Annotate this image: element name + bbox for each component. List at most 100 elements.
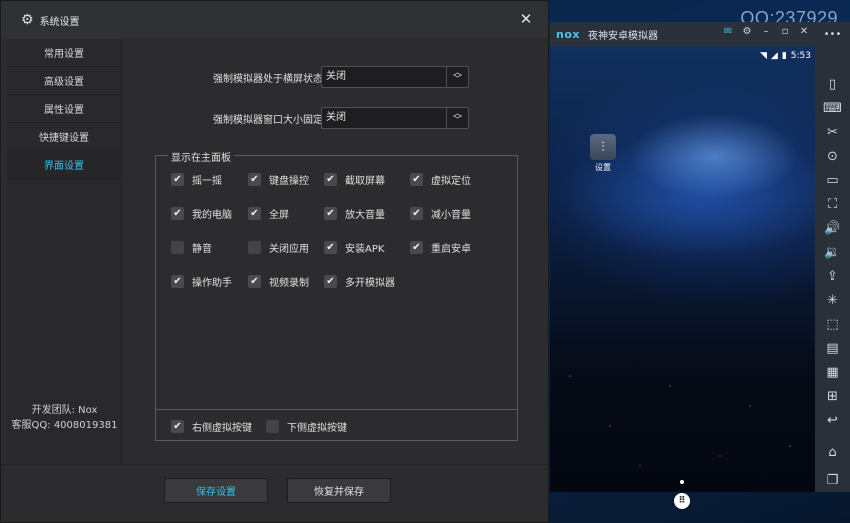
gear-icon[interactable]: ⚙: [742, 26, 752, 37]
volume-up-icon[interactable]: 🔊: [815, 218, 850, 238]
checkbox-restart-android[interactable]: ✔ 重启安卓: [410, 240, 471, 255]
checkbox-label: 静音: [192, 244, 212, 255]
checkmark-icon: ✔: [171, 207, 184, 220]
more-icon[interactable]: •••: [815, 22, 850, 46]
screenshot-icon[interactable]: ⬚: [815, 314, 850, 334]
dialog-titlebar: ⚙ 系统设置 ✕: [1, 1, 548, 39]
landscape-select-value: 关闭: [326, 71, 346, 82]
checkbox-multi-instance[interactable]: ✔ 多开模拟器: [324, 274, 395, 289]
dialog-title: 系统设置: [39, 16, 80, 28]
close-icon[interactable]: ✕: [799, 26, 809, 37]
video-icon[interactable]: ▦: [815, 362, 850, 382]
page-indicator-dot: [680, 480, 684, 484]
checkbox-right-virtual-keys[interactable]: ✔ 右侧虚拟按键: [171, 419, 252, 434]
recents-icon[interactable]: ❐: [815, 470, 850, 490]
checkbox-volume-down[interactable]: ✔ 减小音量: [410, 206, 471, 221]
all-apps-icon[interactable]: ⠿: [674, 493, 690, 509]
checkmark-icon: ✔: [171, 420, 184, 433]
checkbox-virtual-location[interactable]: ✔ 虚拟定位: [410, 172, 471, 187]
checkbox-fullscreen[interactable]: ✔ 全屏: [248, 206, 289, 221]
minimize-icon[interactable]: –: [761, 26, 771, 37]
checkbox-video-record[interactable]: ✔ 视频录制: [248, 274, 309, 289]
screen-icon[interactable]: ▭: [815, 170, 850, 190]
volume-down-icon[interactable]: 🔉: [815, 242, 850, 262]
android-home-screen[interactable]: ◥ ◢ ▮ 5:53 ⫶ 设置 ⠿: [550, 46, 815, 509]
back-icon[interactable]: ↩: [815, 410, 850, 430]
checkbox-label: 重启安卓: [431, 244, 471, 255]
unchecked-box: [266, 420, 279, 433]
loading-icon[interactable]: ✳: [815, 290, 850, 310]
checkbox-label: 操作助手: [192, 278, 232, 289]
checkmark-icon: ✔: [324, 275, 337, 288]
nav-item-common[interactable]: 常用设置: [7, 39, 121, 67]
dialog-footer: 保存设置 恢复并保存: [1, 464, 548, 522]
checkbox-label: 我的电脑: [192, 210, 232, 221]
nav-item-properties[interactable]: 属性设置: [7, 95, 121, 123]
checkbox-mute[interactable]: 静音: [171, 240, 212, 255]
checkmark-icon: ✔: [324, 241, 337, 254]
dev-team-text: 开发团队: Nox: [31, 405, 98, 416]
checkbox-close-app[interactable]: 关闭应用: [248, 240, 309, 255]
checkmark-icon: ✔: [410, 173, 423, 186]
interface-settings-panel: 强制模拟器处于横屏状态 关闭 ︿ ﹀ 强制模拟器窗口大小固定 关闭 ︿ ﹀ 显示在主…: [123, 39, 548, 464]
checkmark-icon: ✔: [171, 173, 184, 186]
apk-install-icon[interactable]: ⇪: [815, 266, 850, 286]
checkmark-icon: ✔: [410, 241, 423, 254]
nav-item-shortcuts[interactable]: 快捷键设置: [7, 123, 121, 151]
checkbox-label: 截取屏幕: [345, 176, 385, 187]
settings-app-icon[interactable]: ⫶: [590, 134, 616, 160]
save-settings-button[interactable]: 保存设置: [164, 478, 268, 503]
checkbox-my-computer[interactable]: ✔ 我的电脑: [171, 206, 232, 221]
checkbox-screenshot[interactable]: ✔ 截取屏幕: [324, 172, 385, 187]
fullscreen-icon[interactable]: ⛶: [815, 194, 850, 214]
checkbox-label: 键盘操控: [269, 176, 309, 187]
checkbox-label: 安装APK: [345, 244, 385, 255]
landscape-select[interactable]: 关闭 ︿ ﹀: [321, 66, 469, 88]
checkbox-keyboard[interactable]: ✔ 键盘操控: [248, 172, 309, 187]
keyboard-icon[interactable]: ⌨: [815, 98, 850, 118]
group-divider: [156, 409, 517, 410]
checkbox-label: 右侧虚拟按键: [192, 423, 252, 434]
checkbox-label: 下侧虚拟按键: [287, 423, 347, 434]
location-icon[interactable]: ⊙: [815, 146, 850, 166]
checkbox-label: 放大音量: [345, 210, 385, 221]
emulator-titlebar: nox 夜神安卓模拟器 ✉ ⚙ – ▫ ✕: [550, 22, 815, 46]
gear-icon: ⚙: [21, 12, 34, 28]
restore-and-save-button[interactable]: 恢复并保存: [287, 478, 391, 503]
main-panel-group: 显示在主面板 ✔ 摇一摇 ✔ 键盘操控 ✔ 截取屏幕 ✔ 虚拟定位 ✔ 我的电脑: [155, 149, 518, 441]
checkbox-volume-up[interactable]: ✔ 放大音量: [324, 206, 385, 221]
unchecked-box: [171, 241, 184, 254]
fixed-size-select[interactable]: 关闭 ︿ ﹀: [321, 107, 469, 129]
checkbox-install-apk[interactable]: ✔ 安装APK: [324, 240, 384, 255]
checkmark-icon: ✔: [324, 173, 337, 186]
checkmark-icon: ✔: [171, 275, 184, 288]
nox-emulator-window: nox 夜神安卓模拟器 ✉ ⚙ – ▫ ✕ ◥ ◢ ▮ 5:53 ⫶ 设置 ⠿ …: [550, 22, 850, 509]
multi-open-icon[interactable]: ▤: [815, 338, 850, 358]
nav-footer: 开发团队: Nox 客服QQ: 4008019381: [7, 403, 122, 433]
scissors-icon[interactable]: ✂: [815, 122, 850, 142]
nav-item-advanced[interactable]: 高级设置: [7, 67, 121, 95]
support-qq-text: 客服QQ: 4008019381: [11, 420, 118, 431]
landscape-label: 强制模拟器处于横屏状态: [213, 74, 323, 85]
checkbox-bottom-virtual-keys[interactable]: 下侧虚拟按键: [266, 419, 347, 434]
checkbox-shake[interactable]: ✔ 摇一摇: [171, 172, 222, 187]
checkmark-icon: ✔: [248, 207, 261, 220]
checkbox-operation-assistant[interactable]: ✔ 操作助手: [171, 274, 232, 289]
home-icon[interactable]: ⌂: [815, 442, 850, 462]
restore-icon[interactable]: ▫: [780, 26, 790, 37]
checkbox-label: 摇一摇: [192, 176, 222, 187]
operation-icon[interactable]: ⊞: [815, 386, 850, 406]
status-time: 5:53: [790, 51, 811, 61]
close-icon[interactable]: ✕: [518, 11, 534, 27]
shake-icon[interactable]: ▯: [815, 74, 850, 94]
wallpaper-stars: [550, 346, 815, 492]
fixed-size-label: 强制模拟器窗口大小固定: [213, 115, 323, 126]
settings-app-label: 设置: [595, 163, 611, 172]
checkbox-label: 多开模拟器: [345, 278, 395, 289]
mail-icon[interactable]: ✉: [723, 26, 733, 37]
checkmark-icon: ✔: [410, 207, 423, 220]
checkbox-label: 视频录制: [269, 278, 309, 289]
nox-logo: nox: [556, 27, 580, 41]
nav-item-interface[interactable]: 界面设置: [7, 151, 121, 179]
unchecked-box: [248, 241, 261, 254]
